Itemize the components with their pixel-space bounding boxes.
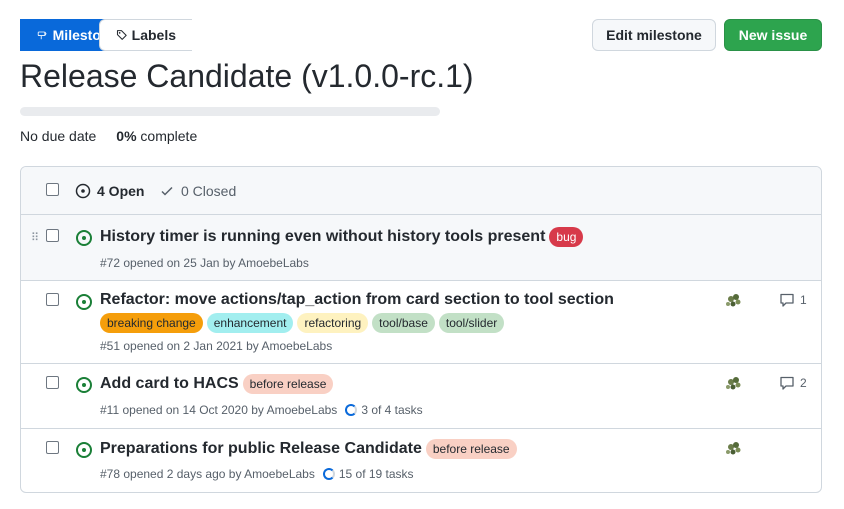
edit-milestone-button[interactable]: Edit milestone: [592, 19, 716, 51]
issue-title[interactable]: History timer is running even without hi…: [100, 228, 545, 246]
closed-filter[interactable]: 0 Closed: [159, 183, 236, 199]
closed-count: 0 Closed: [181, 183, 237, 199]
completion-percent: 0%: [116, 128, 137, 144]
issue-meta-text: #72 opened on 25 Jan by AmoebeLabs: [100, 256, 309, 270]
issue-meta: #11 opened on 14 Oct 2020 by AmoebeLabs …: [100, 403, 423, 417]
issue-checkbox[interactable]: [46, 229, 59, 242]
issue-row[interactable]: Refactor: move actions/tap_action from c…: [21, 281, 821, 364]
milestone-icon: [37, 31, 47, 40]
issue-meta: #72 opened on 25 Jan by AmoebeLabs: [100, 256, 309, 270]
labels-tab[interactable]: Labels: [99, 19, 192, 51]
issue-title-line: Add card to HACS before release: [100, 374, 334, 394]
milestone-progress-bar: [20, 107, 440, 116]
label-refactoring[interactable]: refactoring: [297, 313, 369, 333]
issue-row[interactable]: Add card to HACS before release #11 open…: [21, 364, 821, 429]
issue-checkbox[interactable]: [46, 441, 59, 454]
open-filter[interactable]: 4 Open: [75, 183, 144, 199]
issue-row[interactable]: ⠿ History timer is running even without …: [21, 215, 821, 281]
open-issue-icon: [76, 377, 92, 393]
check-icon: [161, 186, 173, 196]
task-progress-icon: [322, 468, 335, 480]
completion: 0% complete: [116, 128, 197, 144]
label-bug[interactable]: bug: [549, 227, 584, 247]
issue-checkbox[interactable]: [46, 376, 59, 389]
comment-count[interactable]: 2: [779, 375, 807, 391]
milestone-title: Release Candidate (v1.0.0-rc.1): [20, 58, 474, 94]
task-count: 15 of 19 tasks: [338, 467, 414, 481]
labels-tab-label: Labels: [131, 27, 176, 43]
issue-title[interactable]: Preparations for public Release Candidat…: [100, 440, 422, 458]
label-before-release[interactable]: before release: [242, 374, 334, 394]
labels-milestones-toggle: Labels Milestones: [20, 19, 192, 51]
issue-row[interactable]: Preparations for public Release Candidat…: [21, 429, 821, 492]
issue-meta-text: #11 opened on 14 Oct 2020 by AmoebeLabs: [100, 403, 338, 417]
avatar[interactable]: [724, 439, 744, 459]
issue-title-line: Refactor: move actions/tap_action from c…: [100, 291, 614, 309]
label-tool-slider[interactable]: tool/slider: [438, 313, 505, 333]
comment-count-text: 2: [800, 376, 807, 390]
issue-title-line: Preparations for public Release Candidat…: [100, 439, 517, 459]
issue-title-line: History timer is running even without hi…: [100, 227, 584, 247]
new-issue-button[interactable]: New issue: [724, 19, 822, 51]
label-tool-base[interactable]: tool/base: [372, 313, 435, 333]
milestone-meta: No due date 0% complete: [20, 128, 197, 144]
comment-count[interactable]: 1: [779, 292, 807, 308]
open-issue-icon: [76, 230, 92, 246]
select-all-checkbox[interactable]: [46, 183, 59, 196]
avatar[interactable]: [724, 374, 744, 394]
drag-handle-icon[interactable]: ⠿: [31, 231, 39, 244]
open-issue-icon: [75, 183, 91, 199]
issue-meta-text: #78 opened 2 days ago by AmoebeLabs: [100, 467, 315, 481]
label-breaking-change[interactable]: breaking change: [100, 313, 203, 333]
label-before-release[interactable]: before release: [425, 439, 517, 459]
issue-meta-text: #51 opened on 2 Jan 2021 by AmoebeLabs: [100, 339, 333, 353]
task-count: 3 of 4 tasks: [361, 403, 423, 417]
open-issue-icon: [76, 442, 92, 458]
open-issue-icon: [76, 294, 92, 310]
label-enhancement[interactable]: enhancement: [206, 313, 294, 333]
due-date: No due date: [20, 128, 97, 144]
avatar[interactable]: [724, 291, 744, 311]
comment-icon: [780, 376, 794, 390]
issue-checkbox[interactable]: [46, 293, 59, 306]
issue-list: 4 Open 0 Closed ⠿ History timer is runni…: [20, 166, 822, 493]
issue-meta: #51 opened on 2 Jan 2021 by AmoebeLabs: [100, 339, 332, 353]
issue-title[interactable]: Refactor: move actions/tap_action from c…: [100, 291, 614, 309]
completion-label: complete: [140, 128, 198, 144]
issue-list-header: 4 Open 0 Closed: [21, 167, 821, 215]
open-count: 4 Open: [97, 183, 145, 199]
task-progress-icon: [345, 404, 358, 416]
comment-count-text: 1: [800, 293, 807, 307]
comment-icon: [780, 293, 794, 307]
issue-meta: #78 opened 2 days ago by AmoebeLabs 15 o…: [100, 467, 414, 481]
tag-icon: [116, 30, 127, 40]
issue-title[interactable]: Add card to HACS: [100, 375, 239, 393]
issue-labels: breaking change enhancement refactoring …: [100, 313, 505, 333]
